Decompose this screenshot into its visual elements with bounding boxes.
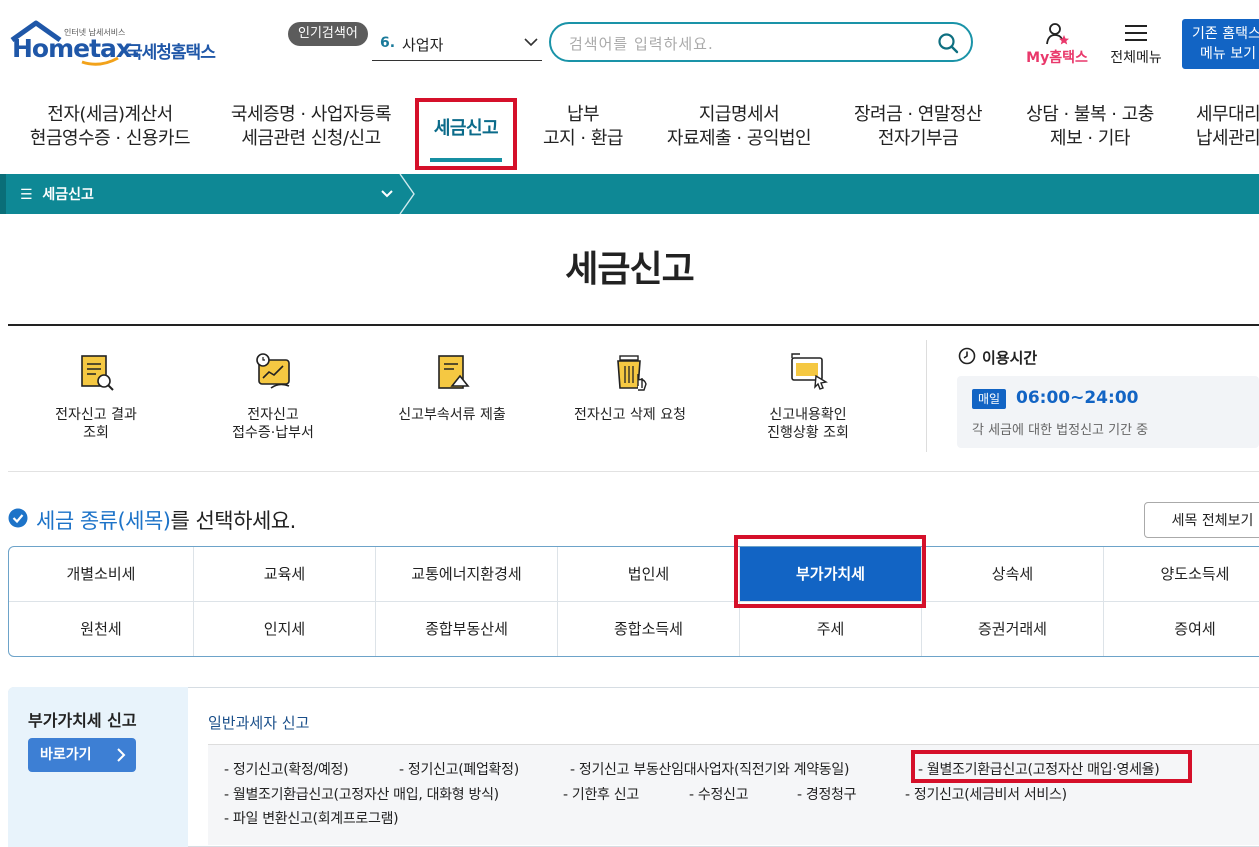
- tax-cell[interactable]: 양도소득세: [1104, 547, 1259, 601]
- monitor-cursor-icon: [791, 353, 828, 390]
- trash-click-icon: [617, 355, 647, 391]
- highlight-box-gnb: [415, 98, 517, 170]
- gnb-payment[interactable]: 납부 고지 · 환급: [528, 103, 638, 159]
- quick-receipt[interactable]: 전자신고 접수증·납부서: [193, 350, 353, 442]
- quick-progress-check[interactable]: 신고내용확인 진행상황 조회: [728, 350, 888, 442]
- tax-cell[interactable]: 증여세: [1104, 602, 1259, 656]
- quick-divider: [926, 340, 927, 452]
- tax-cell[interactable]: 주세: [740, 602, 922, 656]
- tax-cell[interactable]: 증권거래세: [922, 602, 1104, 656]
- tax-cell[interactable]: 개별소비세: [9, 547, 194, 601]
- search-input[interactable]: [567, 32, 931, 56]
- filing-link[interactable]: - 수정신고: [689, 784, 749, 804]
- filing-link[interactable]: - 정기신고(확정/예정): [224, 759, 349, 779]
- filing-link[interactable]: - 정기신고(세금비서 서비스): [905, 784, 1067, 804]
- all-menu-button[interactable]: 전체메뉴: [1104, 22, 1168, 70]
- filing-link[interactable]: - 경정청구: [797, 784, 857, 804]
- tax-cell[interactable]: 교통에너지환경세: [376, 547, 558, 601]
- gnb-incentive[interactable]: 장려금 · 연말정산 전자기부금: [848, 103, 988, 159]
- hamburger-icon: [1125, 25, 1147, 41]
- old-menu-button[interactable]: 기존 홈택스 메뉴 보기: [1182, 19, 1259, 69]
- section-divider: [8, 471, 1259, 472]
- usage-time-range: 06:00~24:00: [1016, 388, 1139, 408]
- vat-panel-title: 부가가치세 신고: [28, 711, 137, 730]
- document-upload-icon: [438, 355, 470, 389]
- chevron-right-icon: [117, 748, 126, 762]
- breadcrumb-edge: [0, 174, 6, 214]
- tax-cell[interactable]: 종합소득세: [558, 602, 740, 656]
- highlight-box-vat: [734, 535, 926, 608]
- breadcrumb-menu[interactable]: ☰ 세금신고: [20, 184, 94, 204]
- general-taxpayer-title: 일반과세자 신고: [208, 714, 310, 732]
- view-all-tax-button[interactable]: 세목 전체보기: [1144, 502, 1259, 538]
- filing-link[interactable]: - 기한후 신고: [563, 784, 639, 804]
- user-star-icon: [1046, 23, 1069, 45]
- clock-icon: [958, 347, 976, 365]
- popular-rank: 6.: [380, 35, 396, 51]
- quick-delete-request[interactable]: 전자신고 삭제 요청: [550, 350, 710, 424]
- breadcrumb-separator: [399, 174, 415, 214]
- tax-cell[interactable]: 법인세: [558, 547, 740, 601]
- gnb-agent[interactable]: 세무대리 납세관리: [1196, 103, 1259, 159]
- tax-type-grid: 개별소비세 교육세 교통에너지환경세 법인세 부가가치세 상속세 양도소득세 원…: [8, 546, 1259, 657]
- gnb-certificate[interactable]: 국세증명 · 사업자등록 세금관련 신청/신고: [228, 103, 394, 159]
- popular-search-select[interactable]: 6. 사업자: [372, 26, 542, 61]
- chevron-down-icon[interactable]: [380, 188, 394, 200]
- receipt-chart-icon: [256, 353, 290, 389]
- logo-korean[interactable]: 국세청홈택스: [127, 38, 216, 63]
- tax-select-title: 세금 종류(세목)를 선택하세요.: [36, 509, 296, 533]
- tax-cell[interactable]: 교육세: [194, 547, 376, 601]
- usage-time-desc: 각 세금에 대한 법정신고 기간 중: [972, 423, 1149, 438]
- filing-link[interactable]: - 정기신고(폐업확정): [399, 759, 519, 779]
- tax-cell[interactable]: 종합부동산세: [376, 602, 558, 656]
- quick-efile-result[interactable]: 전자신고 결과 조회: [16, 350, 176, 442]
- gnb-e-invoice[interactable]: 전자(세금)계산서 현금영수증 · 신용카드: [28, 103, 192, 159]
- chevron-down-icon: [524, 38, 538, 47]
- page-title: 세금신고: [565, 249, 694, 290]
- usage-time-title: 이용시간: [982, 349, 1038, 367]
- tax-cell[interactable]: 상속세: [922, 547, 1104, 601]
- title-divider: [8, 324, 1259, 326]
- popular-search-badge: 인기검색어: [288, 22, 368, 46]
- quick-attachment-submit[interactable]: 신고부속서류 제출: [372, 350, 532, 424]
- logo-wordmark[interactable]: Hometax.: [12, 34, 141, 63]
- filing-link[interactable]: - 월별조기환급신고(고정자산 매입, 대화형 방식): [224, 784, 499, 804]
- popular-term: 사업자: [402, 36, 444, 54]
- filing-link[interactable]: - 파일 변환신고(회계프로그램): [224, 808, 399, 828]
- highlight-box-link: [911, 750, 1192, 783]
- document-search-icon: [81, 355, 114, 391]
- hamburger-small-icon: ☰: [20, 187, 33, 203]
- check-circle-icon: [8, 508, 28, 528]
- breadcrumb-bar: [0, 174, 1259, 214]
- search-box[interactable]: [549, 22, 973, 62]
- gnb-statement[interactable]: 지급명세서 자료제출 · 공익법인: [664, 103, 814, 159]
- tax-cell[interactable]: 원천세: [9, 602, 194, 656]
- filing-link[interactable]: - 정기신고 부동산임대사업자(직전기와 계약동일): [570, 759, 849, 779]
- my-hometax-button[interactable]: My홈택스: [1021, 22, 1093, 70]
- gnb-consult[interactable]: 상담 · 불복 · 고충 제보 · 기타: [1020, 103, 1160, 159]
- search-icon[interactable]: [937, 32, 959, 54]
- tax-cell[interactable]: 인지세: [194, 602, 376, 656]
- daily-badge: 매일: [972, 389, 1007, 409]
